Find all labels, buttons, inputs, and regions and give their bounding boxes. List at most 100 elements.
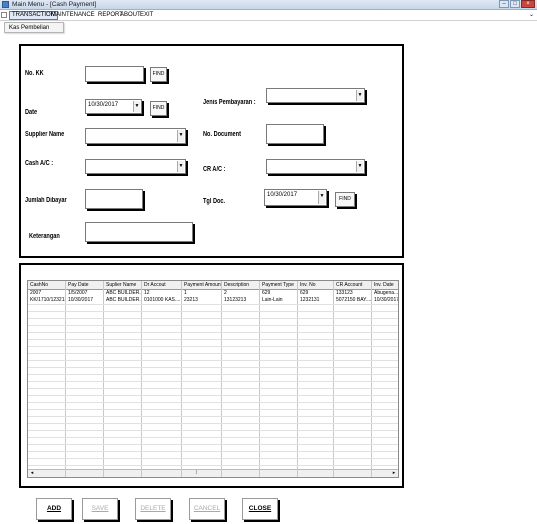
grid-row-line: [28, 304, 398, 305]
jumlah-dibayar-input[interactable]: [85, 189, 143, 209]
grid-cell[interactable]: 2: [224, 290, 259, 297]
no-kk-find-button[interactable]: FIND: [150, 67, 167, 82]
tgl-doc-find-button[interactable]: FIND: [335, 192, 355, 207]
grid-cell[interactable]: 1232131: [300, 297, 333, 304]
tgl-doc-value: 10/30/2017: [267, 192, 298, 198]
grid-cell[interactable]: 12: [144, 290, 181, 297]
grid-cell[interactable]: 5072150 BAY....: [336, 297, 371, 304]
grid-cell[interactable]: 1/5/2007: [68, 290, 103, 297]
grid-cell[interactable]: 0101000 KAS....: [144, 297, 181, 304]
grid-row-line: [28, 353, 398, 354]
app-icon: [2, 1, 9, 8]
grid-cell[interactable]: 1: [184, 290, 221, 297]
menu-maintenance[interactable]: MAINTENANCE: [49, 11, 97, 20]
tgl-doc-label: Tgl Doc.: [203, 198, 226, 205]
grid-cell[interactable]: 10/30/2017: [68, 297, 103, 304]
grid-row-line: [28, 332, 398, 333]
grid-row-line: [28, 430, 398, 431]
add-button[interactable]: ADD: [36, 498, 72, 520]
chevron-down-icon[interactable]: ▼: [133, 101, 140, 112]
grid-row-line: [28, 458, 398, 459]
restore-icon[interactable]: ⌄: [529, 11, 534, 18]
cr-ac-combo[interactable]: ▼: [266, 159, 365, 174]
grid-cell[interactable]: ABC BUILDER....: [106, 290, 141, 297]
no-document-label: No. Document: [203, 131, 241, 138]
chevron-down-icon[interactable]: ▼: [177, 130, 184, 142]
grid-row-line: [28, 416, 398, 417]
grid-column-header[interactable]: Description: [224, 282, 259, 289]
supplier-name-combo[interactable]: ▼: [85, 128, 186, 144]
grid-column-header[interactable]: Inv. Date: [374, 282, 398, 289]
payment-grid[interactable]: ◂ ⁞ ▸ CashNo 2007 KK/1710/123213 Pay Date 1/…: [27, 280, 399, 478]
grid-column-header[interactable]: Payment Type: [262, 282, 297, 289]
close-button[interactable]: CLOSE: [242, 498, 278, 520]
cr-ac-label: CR A/C :: [203, 166, 226, 173]
jumlah-dibayar-label: Jumlah Dibayar: [25, 197, 67, 204]
grid-column-header[interactable]: Inv. No: [300, 282, 333, 289]
grid-cell[interactable]: 629: [300, 290, 333, 297]
jenis-pembayaran-label: Jenis Pembayaran :: [203, 99, 256, 106]
grid-row-line: [28, 395, 398, 396]
grid-row-line: [28, 360, 398, 361]
dropdown-item-kas-pembelian[interactable]: Kas Pembelian: [9, 24, 49, 33]
title-bar: Main Menu - [Cash Payment] – □ ×: [0, 0, 537, 10]
cash-ac-combo[interactable]: ▼: [85, 159, 186, 174]
tgl-doc-picker[interactable]: 10/30/2017 ▼: [264, 189, 327, 206]
grid-cell[interactable]: 23213: [184, 297, 221, 304]
cash-ac-label: Cash A/C :: [25, 160, 54, 167]
chevron-down-icon[interactable]: ▼: [318, 191, 325, 204]
grid-row-line: [28, 437, 398, 438]
supplier-name-label: Supplier Name: [25, 131, 65, 138]
grid-row-line: [28, 444, 398, 445]
grid-cell[interactable]: 10/30/2017: [374, 297, 398, 304]
date-picker[interactable]: 10/30/2017 ▼: [85, 99, 142, 114]
grid-column-header[interactable]: CashNo: [30, 282, 65, 289]
grid-column-header[interactable]: Suplier Name: [106, 282, 141, 289]
cancel-button[interactable]: CANCEL: [189, 498, 225, 520]
grid-cell[interactable]: 13123213: [224, 297, 259, 304]
grid-column-header[interactable]: CR Account: [336, 282, 371, 289]
grid-row-line: [28, 367, 398, 368]
chevron-down-icon[interactable]: ▼: [177, 161, 184, 172]
grid-cell[interactable]: 133123: [336, 290, 371, 297]
grid-row-line: [28, 318, 398, 319]
no-kk-input[interactable]: [85, 66, 144, 82]
grid-row-line: [28, 409, 398, 410]
window-controls: – □ ×: [498, 0, 535, 9]
grid-row-line: [28, 465, 398, 466]
grid-row-line: [28, 381, 398, 382]
grid-column-header[interactable]: Pay Date: [68, 282, 103, 289]
grid-column-header[interactable]: Payment Amount: [184, 282, 221, 289]
grid-cell[interactable]: ABC BUILDER....: [106, 297, 141, 304]
menu-bar: TRANSACTION MAINTENANCE REPORT ABOUT EXI…: [0, 10, 537, 21]
grid-cell[interactable]: 629: [262, 290, 297, 297]
minimize-icon[interactable]: –: [499, 0, 509, 8]
grid-cell[interactable]: KK/1710/123213: [30, 297, 65, 304]
jenis-pembayaran-combo[interactable]: ▼: [266, 88, 365, 103]
chevron-down-icon[interactable]: ▼: [356, 161, 363, 172]
date-label: Date: [25, 109, 38, 116]
transaction-dropdown: Kas Pembelian: [4, 22, 64, 33]
grid-cell[interactable]: Abugena...Jaa: [374, 290, 398, 297]
grid-cell[interactable]: Lain-Lain: [262, 297, 297, 304]
grid-row-line: [28, 346, 398, 347]
no-kk-label: No. KK: [25, 70, 44, 77]
close-icon[interactable]: ×: [521, 0, 535, 8]
no-document-input[interactable]: [266, 124, 324, 144]
grid-row-line: [28, 451, 398, 452]
grid-panel: ◂ ⁞ ▸ CashNo 2007 KK/1710/123213 Pay Date 1/…: [19, 263, 404, 488]
grid-column-header[interactable]: Dr Accout: [144, 282, 181, 289]
maximize-icon[interactable]: □: [510, 0, 520, 8]
save-button[interactable]: SAVE: [82, 498, 118, 520]
grid-row-line: [28, 325, 398, 326]
grid-row-line: [28, 402, 398, 403]
system-menu-icon[interactable]: [1, 12, 7, 18]
grid-cell[interactable]: 2007: [30, 290, 65, 297]
menu-exit[interactable]: EXIT: [138, 11, 155, 20]
chevron-down-icon[interactable]: ▼: [356, 90, 363, 101]
delete-button[interactable]: DELETE: [135, 498, 171, 520]
grid-row-line: [28, 388, 398, 389]
date-find-button[interactable]: FIND: [150, 101, 167, 116]
grid-row-line: [28, 423, 398, 424]
keterangan-input[interactable]: [85, 222, 193, 242]
